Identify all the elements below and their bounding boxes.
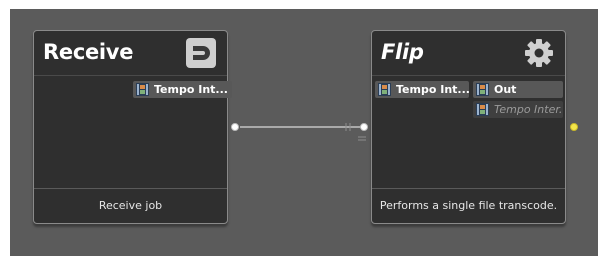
flip-input-port[interactable] [360,123,368,131]
workflow-canvas[interactable]: Receive Tempo Int... Receive job Flip Te… [10,9,598,256]
film-icon [476,83,489,96]
receive-node[interactable]: Receive Tempo Int... Receive job [33,30,232,224]
receive-node-title: Receive [43,40,134,64]
film-icon [476,103,489,116]
flip-node-header: Flip [372,31,565,76]
flip-output-pill-label: Out [494,83,517,96]
flip-node[interactable]: Flip Tempo Int... Out Tempo Inter... Per… [371,30,566,224]
film-icon [136,83,149,96]
flip-output-port[interactable] [570,123,578,131]
film-icon [378,83,391,96]
flip-input-pill[interactable]: Tempo Int... [375,81,469,98]
receive-node-description: Receive job [34,188,227,223]
flip-output-secondary-pill[interactable]: Tempo Inter... [473,101,563,118]
receive-icon [186,38,216,68]
flip-node-description: Performs a single file transcode. [372,188,565,223]
receive-output-pill-label: Tempo Int... [154,83,228,96]
flip-output-secondary-pill-label: Tempo Inter... [494,103,563,116]
flip-input-pill-label: Tempo Int... [396,83,469,96]
flip-output-pill[interactable]: Out [473,81,563,98]
receive-output-pill[interactable]: Tempo Int... [133,81,232,98]
receive-node-header: Receive [34,31,227,76]
receive-output-port[interactable] [231,123,239,131]
flip-node-title: Flip [381,40,424,64]
gear-icon [525,39,553,67]
